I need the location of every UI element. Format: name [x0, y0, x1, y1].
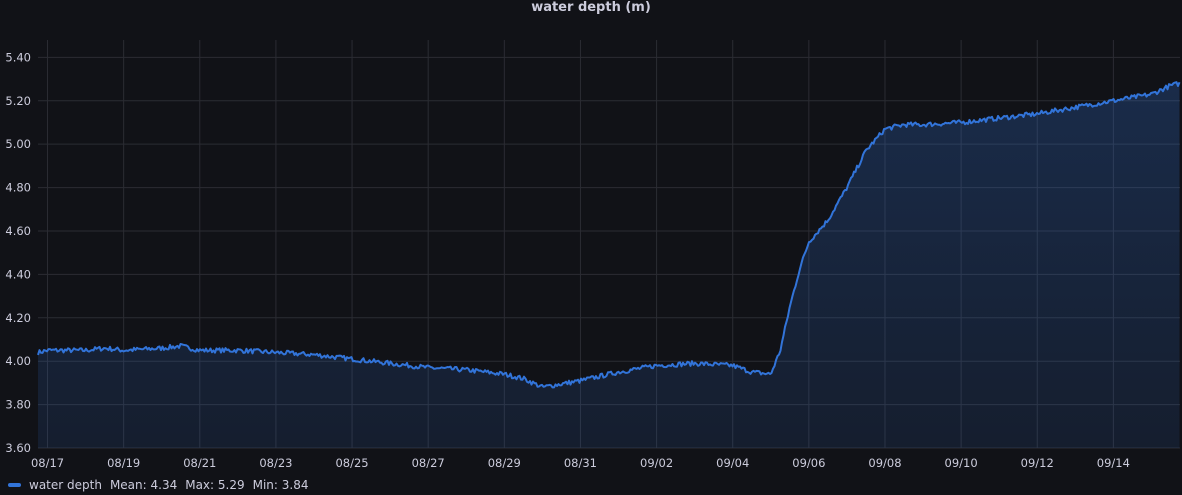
legend-series-name[interactable]: water depth — [29, 478, 102, 492]
x-tick-label: 08/21 — [183, 456, 216, 470]
x-tick-label: 08/29 — [488, 456, 521, 470]
y-axis: 3.60 3.80 4.00 4.20 4.40 4.60 4.80 5.00 5.20 5.40 — [5, 50, 31, 455]
legend-min: Min: 3.84 — [252, 478, 309, 492]
y-tick-label: 4.20 — [5, 311, 31, 325]
x-tick-label: 09/02 — [640, 456, 673, 470]
y-tick-label: 5.00 — [5, 137, 31, 151]
x-tick-label: 08/31 — [564, 456, 597, 470]
x-tick-label: 09/12 — [1021, 456, 1054, 470]
y-tick-label: 3.80 — [5, 398, 31, 412]
y-tick-label: 4.80 — [5, 181, 31, 195]
x-tick-label: 08/17 — [31, 456, 64, 470]
y-tick-label: 4.00 — [5, 354, 31, 368]
x-tick-label: 08/25 — [335, 456, 368, 470]
legend-mean: Mean: 4.34 — [109, 478, 178, 492]
x-tick-label: 08/23 — [259, 456, 292, 470]
y-tick-label: 3.60 — [5, 441, 31, 455]
x-tick-label: 09/14 — [1097, 456, 1130, 470]
y-tick-label: 4.40 — [5, 267, 31, 281]
y-tick-label: 5.40 — [5, 50, 31, 64]
legend-swatch — [8, 483, 21, 487]
x-tick-label: 09/10 — [945, 456, 978, 470]
x-tick-label: 09/08 — [868, 456, 901, 470]
x-tick-label: 08/27 — [412, 456, 445, 470]
series-area — [38, 82, 1180, 448]
x-tick-label: 09/04 — [716, 456, 749, 470]
legend[interactable]: water depth Mean: 4.34 Max: 5.29 Min: 3.… — [8, 476, 316, 494]
x-tick-label: 08/19 — [107, 456, 140, 470]
x-axis: 08/17 08/19 08/21 08/23 08/25 08/27 08/29 08/31… — [31, 456, 1130, 470]
y-tick-label: 4.60 — [5, 224, 31, 238]
y-tick-label: 5.20 — [5, 94, 31, 108]
legend-max: Max: 5.29 — [185, 478, 245, 492]
chart-plot: 3.60 3.80 4.00 4.20 4.40 4.60 4.80 5.00 5.20 5.40… — [5, 40, 1181, 470]
series-layer — [37, 81, 1181, 448]
x-tick-label: 09/06 — [792, 456, 825, 470]
